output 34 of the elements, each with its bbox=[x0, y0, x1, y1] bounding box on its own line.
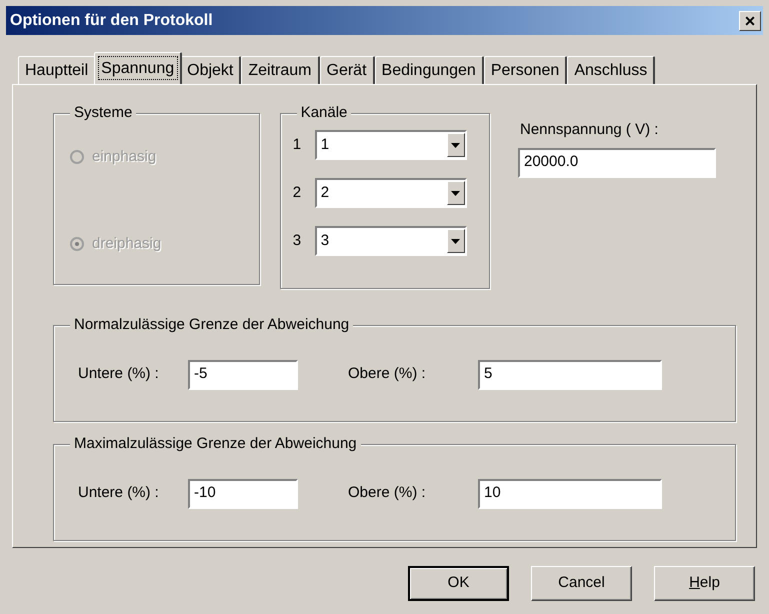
field-label: Untere (%) : bbox=[78, 364, 160, 384]
tab[interactable]: Hauptteil bbox=[18, 56, 96, 84]
dialog-button[interactable]: OK bbox=[408, 566, 509, 601]
tab[interactable]: Spannung bbox=[94, 52, 182, 84]
channel-dropdown[interactable]: 3 bbox=[314, 226, 467, 256]
dialog-button[interactable]: Help bbox=[654, 566, 755, 601]
field-label: Nennspannung ( V) : bbox=[519, 120, 660, 140]
field-label: Obere (%) : bbox=[348, 483, 427, 504]
radio-label: dreiphasig bbox=[92, 234, 162, 254]
group-title: Maximalzulässige Grenze der Abweichung bbox=[70, 435, 361, 453]
tab[interactable]: Zeitraum bbox=[241, 56, 320, 84]
upper-limit-field[interactable]: 10 bbox=[478, 478, 662, 508]
dialog-button[interactable]: Cancel bbox=[531, 566, 632, 601]
window-title: Optionen für den Protokoll bbox=[10, 10, 213, 30]
group-title: Systeme bbox=[70, 104, 136, 122]
upper-limit-field[interactable]: 5 bbox=[478, 360, 662, 390]
radio-label: einphasig bbox=[92, 147, 156, 167]
group-title: Normalzulässige Grenze der Abweichung bbox=[70, 316, 354, 334]
lower-limit-field[interactable]: -10 bbox=[188, 478, 298, 508]
tab[interactable]: Gerät bbox=[320, 56, 375, 84]
close-button[interactable]: × bbox=[739, 10, 761, 30]
channel-dropdown[interactable]: 1 bbox=[314, 130, 467, 160]
voltage-field[interactable]: 20000.0 bbox=[518, 148, 716, 178]
channel-dropdown[interactable]: 2 bbox=[314, 178, 467, 208]
channel-number: 1 bbox=[292, 134, 302, 155]
field-label: Obere (%) : bbox=[348, 364, 427, 384]
channel-number: 2 bbox=[292, 182, 302, 203]
tab[interactable]: Personen bbox=[484, 56, 568, 84]
tab[interactable]: Anschluss bbox=[567, 56, 656, 84]
field-label: Untere (%) : bbox=[78, 483, 160, 504]
tab[interactable]: Objekt bbox=[180, 56, 242, 84]
lower-limit-field[interactable]: -5 bbox=[188, 360, 298, 390]
tab[interactable]: Bedingungen bbox=[374, 56, 484, 84]
channel-number: 3 bbox=[292, 230, 302, 251]
